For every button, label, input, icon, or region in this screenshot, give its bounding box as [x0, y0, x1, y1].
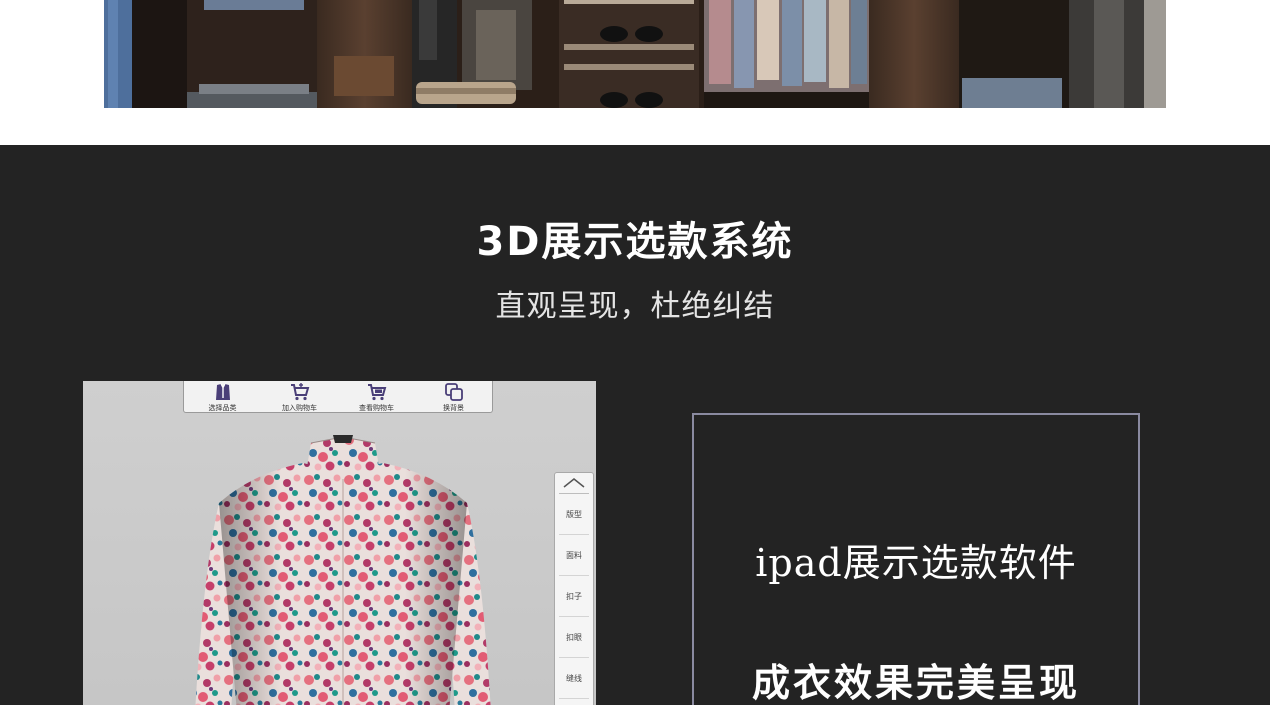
tool-label: 查看购物车: [359, 404, 394, 412]
suit-icon: [215, 383, 230, 400]
floral-shirt-model[interactable]: [183, 433, 503, 705]
menu-item-buttons[interactable]: 扣子: [559, 576, 589, 617]
view-cart-button[interactable]: 查看购物车: [342, 381, 412, 413]
menu-item-fabric[interactable]: 面料: [559, 535, 589, 576]
chevron-up-icon: [563, 478, 585, 488]
feature-line-2: 成衣效果完美呈现: [751, 661, 1080, 705]
menu-item-buttonholes[interactable]: 扣眼: [559, 617, 589, 658]
feature-section: 3D展示选款系统 直观呈现，杜绝纠结 选择品类 加入购物车 查看购物车 换背景 …: [0, 145, 1270, 705]
customization-side-menu: 版型 面料 扣子 扣眼 缝线: [554, 472, 594, 705]
cart-view-icon: [367, 384, 386, 401]
change-background-button[interactable]: 换背景: [419, 381, 489, 413]
wardrobe-banner-image: [104, 0, 1166, 108]
cart-add-icon: [290, 383, 309, 401]
scroll-up-button[interactable]: [559, 473, 589, 494]
section-title: 3D展示选款系统: [476, 219, 794, 265]
select-category-button[interactable]: 选择品类: [188, 381, 258, 413]
section-subtitle: 直观呈现，杜绝纠结: [495, 289, 775, 324]
tool-label: 换背景: [443, 404, 464, 412]
tool-label: 选择品类: [208, 404, 237, 412]
tool-label: 加入购物车: [282, 404, 317, 412]
background-icon: [444, 383, 463, 401]
menu-item-fit[interactable]: 版型: [559, 494, 589, 535]
page: 3D展示选款系统 直观呈现，杜绝纠结 选择品类 加入购物车 查看购物车 换背景 …: [0, 0, 1270, 705]
add-to-cart-button[interactable]: 加入购物车: [265, 381, 335, 413]
app-screenshot: 选择品类 加入购物车 查看购物车 换背景 版型 面料 扣子 扣眼 缝线: [83, 381, 596, 705]
feature-line-1: ipad展示选款软件: [755, 541, 1077, 585]
feature-frame: ipad展示选款软件 成衣效果完美呈现: [692, 413, 1140, 705]
menu-item-stitching[interactable]: 缝线: [559, 658, 589, 699]
app-toolbar: 选择品类 加入购物车 查看购物车 换背景: [183, 381, 493, 413]
